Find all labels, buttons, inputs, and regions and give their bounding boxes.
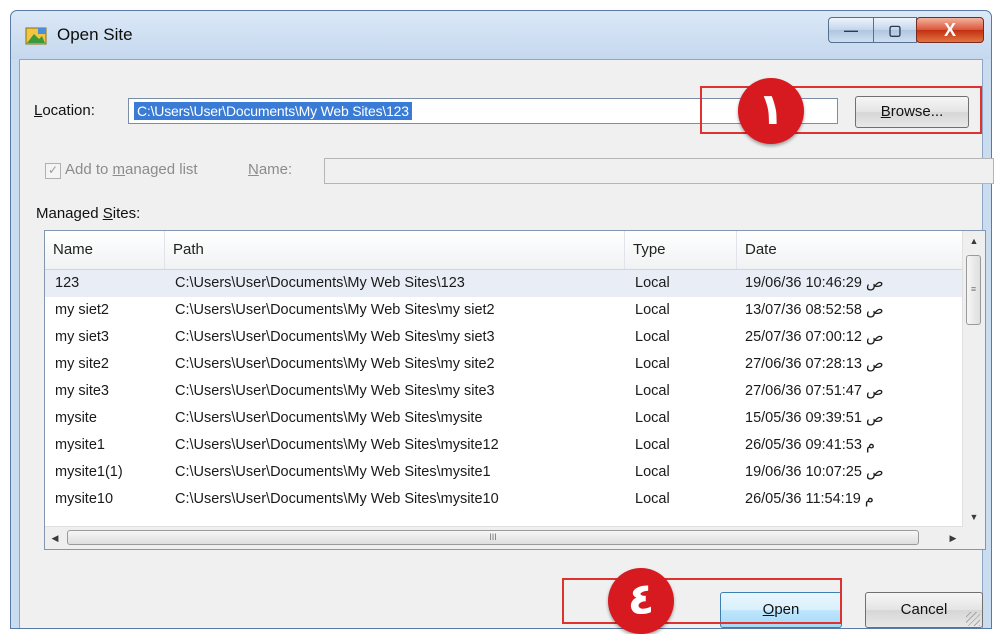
column-header-path[interactable]: Path — [165, 231, 625, 269]
table-row[interactable]: my site2 C:\Users\User\Documents\My Web … — [45, 351, 963, 378]
maximize-button[interactable]: ▢ — [873, 17, 917, 43]
cell-date: 27/06/36 07:51:47 ص — [745, 383, 884, 399]
step-4-badge: ٤ — [608, 568, 674, 634]
column-header-type[interactable]: Type — [625, 231, 737, 269]
cell-name: 123 — [55, 275, 80, 291]
list-header: Name Path Type Date — [45, 231, 963, 270]
step-1-badge: ١ — [738, 78, 804, 144]
cell-name: mysite — [55, 410, 97, 426]
cell-type: Local — [635, 437, 670, 453]
scroll-left-icon[interactable]: ◀ — [45, 527, 65, 549]
cell-type: Local — [635, 356, 670, 372]
scroll-up-icon[interactable]: ▲ — [963, 231, 985, 251]
table-row[interactable]: my siet2 C:\Users\User\Documents\My Web … — [45, 297, 963, 324]
cell-path: C:\Users\User\Documents\My Web Sites\my … — [175, 302, 495, 318]
name-label: Name: — [248, 161, 293, 178]
vertical-scrollbar[interactable]: ▲ ≡ ▼ — [962, 231, 985, 527]
table-row[interactable]: mysite1(1) C:\Users\User\Documents\My We… — [45, 459, 963, 486]
cell-type: Local — [635, 329, 670, 345]
cell-date: 26/05/36 09:41:53 م — [745, 437, 875, 453]
cell-date: 15/05/36 09:39:51 ص — [745, 410, 884, 426]
grip-icon: ≡ — [970, 284, 977, 294]
window-title: Open Site — [57, 25, 133, 44]
cell-path: C:\Users\User\Documents\My Web Sites\my … — [175, 356, 495, 372]
cell-name: mysite1 — [55, 437, 105, 453]
cell-name: mysite10 — [55, 491, 114, 507]
table-row[interactable]: my siet3 C:\Users\User\Documents\My Web … — [45, 324, 963, 351]
cell-path: C:\Users\User\Documents\My Web Sites\mys… — [175, 464, 491, 480]
dialog-body: Location: C:\Users\User\Documents\My Web… — [19, 59, 994, 628]
location-label: Location: — [34, 102, 95, 119]
cell-path: C:\Users\User\Documents\My Web Sites\mys… — [175, 437, 499, 453]
vertical-scroll-thumb[interactable]: ≡ — [966, 255, 981, 325]
title-bar[interactable]: Open Site — ▢ X — [11, 11, 991, 59]
table-row[interactable]: mysite1 C:\Users\User\Documents\My Web S… — [45, 432, 963, 459]
close-icon: X — [943, 19, 956, 40]
horizontal-scroll-thumb[interactable]: III — [67, 530, 919, 545]
close-button[interactable]: X — [916, 17, 984, 43]
cell-type: Local — [635, 275, 670, 291]
cell-date: 19/06/36 10:07:25 ص — [745, 464, 884, 480]
scrollbar-corner — [963, 527, 985, 549]
table-row[interactable]: my site3 C:\Users\User\Documents\My Web … — [45, 378, 963, 405]
callout-box-open — [562, 578, 842, 624]
cell-type: Local — [635, 410, 670, 426]
cell-name: my site3 — [55, 383, 109, 399]
site-icon — [25, 27, 47, 45]
cell-name: my site2 — [55, 356, 109, 372]
table-row[interactable]: mysite10 C:\Users\User\Documents\My Web … — [45, 486, 963, 513]
list-rows: 123 C:\Users\User\Documents\My Web Sites… — [45, 270, 963, 513]
add-to-managed-checkbox[interactable]: ✓ — [45, 163, 61, 179]
managed-sites-label: Managed Sites: — [36, 205, 141, 222]
horizontal-scrollbar[interactable]: ◀ III ▶ — [45, 526, 963, 549]
cell-date: 27/06/36 07:28:13 ص — [745, 356, 884, 372]
cell-type: Local — [635, 464, 670, 480]
add-to-managed-label: Add to managed list — [65, 161, 198, 178]
cell-date: 25/07/36 07:00:12 ص — [745, 329, 884, 345]
name-input[interactable] — [324, 158, 994, 184]
cell-type: Local — [635, 383, 670, 399]
managed-sites-list[interactable]: Name Path Type Date 123 C:\Users\User\Do… — [44, 230, 986, 550]
cell-date: 13/07/36 08:52:58 ص — [745, 302, 884, 318]
cell-name: my siet2 — [55, 302, 109, 318]
grip-icon: III — [489, 532, 497, 542]
maximize-icon: ▢ — [888, 21, 902, 38]
column-header-date[interactable]: Date — [737, 231, 963, 269]
cell-path: C:\Users\User\Documents\My Web Sites\mys… — [175, 410, 483, 426]
cell-path: C:\Users\User\Documents\My Web Sites\my … — [175, 383, 495, 399]
cell-date: 19/06/36 10:46:29 ص — [745, 275, 884, 291]
scroll-right-icon[interactable]: ▶ — [943, 527, 963, 549]
cell-name: mysite1(1) — [55, 464, 123, 480]
minimize-icon: — — [844, 22, 858, 38]
column-header-name[interactable]: Name — [45, 231, 165, 269]
cell-path: C:\Users\User\Documents\My Web Sites\mys… — [175, 491, 499, 507]
cell-date: 26/05/36 11:54:19 م — [745, 491, 874, 507]
scroll-down-icon[interactable]: ▼ — [963, 507, 985, 527]
location-value: C:\Users\User\Documents\My Web Sites\123 — [134, 102, 412, 120]
cell-name: my siet3 — [55, 329, 109, 345]
resize-grip-icon[interactable] — [966, 612, 980, 626]
table-row[interactable]: mysite C:\Users\User\Documents\My Web Si… — [45, 405, 963, 432]
minimize-button[interactable]: — — [828, 17, 874, 43]
cell-path: C:\Users\User\Documents\My Web Sites\123 — [175, 275, 465, 291]
cell-path: C:\Users\User\Documents\My Web Sites\my … — [175, 329, 495, 345]
check-icon: ✓ — [47, 163, 59, 177]
table-row[interactable]: 123 C:\Users\User\Documents\My Web Sites… — [45, 270, 963, 297]
cell-type: Local — [635, 302, 670, 318]
cell-type: Local — [635, 491, 670, 507]
